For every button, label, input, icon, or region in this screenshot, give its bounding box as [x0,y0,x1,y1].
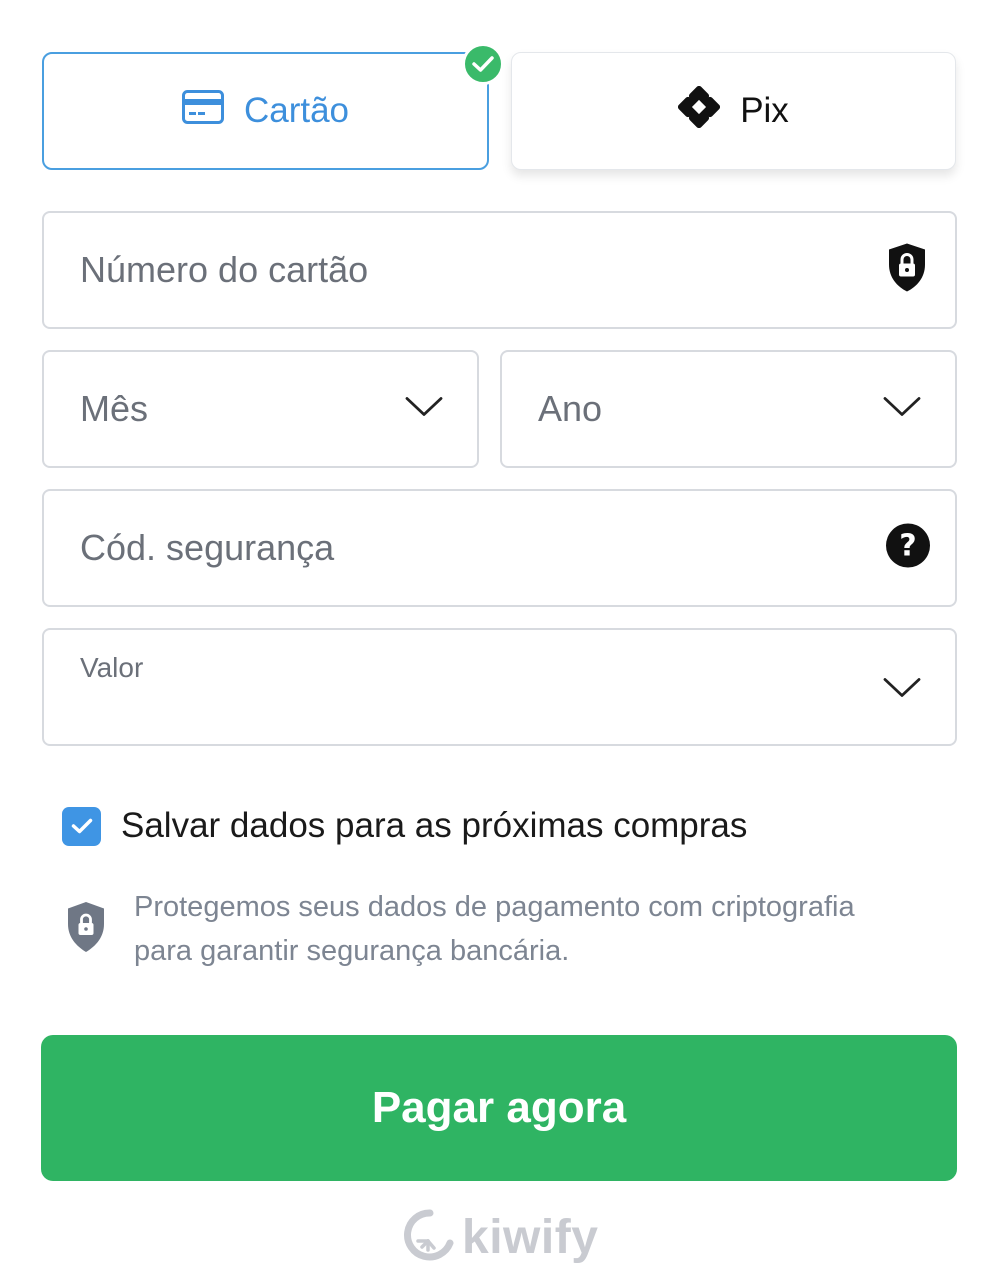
card-number-field[interactable]: Número do cartão [42,211,957,329]
expiry-month-select[interactable]: Mês [42,350,479,468]
security-notice-line-1: Protegemos seus dados de pagamento com c… [134,891,855,923]
card-number-placeholder: Número do cartão [80,249,369,290]
chevron-down-icon [883,396,921,423]
chevron-down-icon [405,396,443,423]
help-circle-icon[interactable]: ? [885,523,931,574]
expiry-year-placeholder: Ano [538,388,603,429]
payment-method-pix-label: Pix [740,91,789,130]
security-notice-line-2: para garantir segurança bancária. [134,935,570,967]
kiwify-logo-icon [400,1207,454,1268]
kiwify-logo: kiwify [400,1207,598,1267]
security-notice: Protegemos seus dados de pagamento com c… [66,885,946,973]
kiwify-logo-text: kiwify [462,1210,599,1264]
selected-check-icon [462,43,504,85]
payment-method-pix-tab[interactable]: Pix [511,52,956,170]
expiry-month-placeholder: Mês [80,388,149,429]
security-code-field[interactable]: Cód. segurança ? [42,489,957,607]
lock-shield-icon [887,243,927,298]
security-notice-text: Protegemos seus dados de pagamento com c… [134,885,855,973]
checkout-payment-form: Cartão Pix Número do cartão Mês Ano Cód.… [0,0,1000,1280]
save-data-label: Salvar dados para as próximas compras [121,806,748,845]
payment-method-card-label: Cartão [243,91,350,130]
save-data-checkbox[interactable] [62,806,101,846]
pix-icon [678,85,721,137]
expiry-year-select[interactable]: Ano [500,350,957,468]
credit-card-icon [181,89,224,133]
amount-select[interactable]: Valor [42,628,957,746]
pay-now-button[interactable]: Pagar agora [41,1035,957,1181]
save-data-option[interactable]: Salvar dados para as próximas compras [62,806,747,846]
amount-label: Valor [80,652,144,683]
checkmark-icon [71,818,92,834]
svg-text:?: ? [899,529,916,564]
shield-lock-icon [66,901,106,958]
chevron-down-icon [883,677,921,704]
security-code-placeholder: Cód. segurança [80,527,335,568]
payment-method-card-tab[interactable]: Cartão [42,52,489,170]
